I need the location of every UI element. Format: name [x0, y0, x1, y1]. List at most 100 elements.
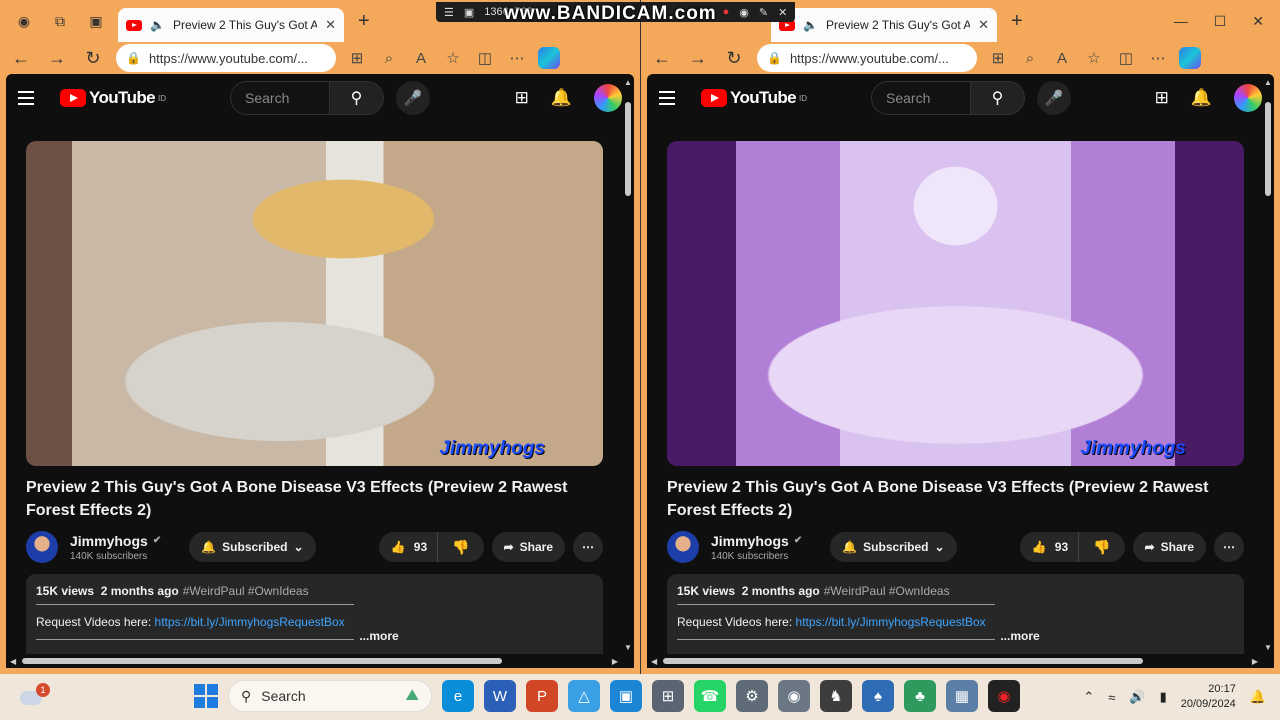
- taskbar-search[interactable]: ⚲ Search ⛰: [228, 680, 432, 712]
- address-bar[interactable]: 🔒 https://www.youtube.com/...: [757, 44, 977, 72]
- notifications-icon[interactable]: 🔔: [551, 88, 572, 108]
- create-icon[interactable]: ⊞: [1155, 88, 1169, 108]
- youtube-logo[interactable]: YouTube ID: [701, 88, 807, 108]
- start-icon[interactable]: [194, 684, 218, 708]
- scroll-right-icon[interactable]: ▶: [1252, 657, 1258, 666]
- recorder-target-icon[interactable]: ▣: [464, 6, 474, 19]
- scroll-left-icon[interactable]: ◀: [651, 657, 657, 666]
- scroll-right-icon[interactable]: ▶: [612, 657, 618, 666]
- image-app-icon[interactable]: ▦: [946, 680, 978, 712]
- hashtags[interactable]: #WeirdPaul #OwnIdeas: [183, 584, 309, 598]
- subscribed-button[interactable]: 🔔 Subscribed ⌄: [189, 532, 316, 562]
- more-icon[interactable]: ⋯: [506, 49, 528, 67]
- search-icon[interactable]: ⚲: [971, 81, 1025, 115]
- scroll-left-icon[interactable]: ◀: [10, 657, 16, 666]
- address-bar[interactable]: 🔒 https://www.youtube.com/...: [116, 44, 336, 72]
- horizontal-scrollbar[interactable]: ◀ ▶: [6, 654, 622, 668]
- forward-icon[interactable]: →: [685, 45, 711, 71]
- description-box[interactable]: 15K views 2 months ago #WeirdPaul #OwnIde…: [667, 574, 1244, 664]
- new-tab-button[interactable]: +: [1011, 10, 1023, 33]
- channel-avatar[interactable]: [667, 531, 699, 563]
- menu-icon[interactable]: [659, 86, 683, 110]
- camera-icon[interactable]: ◉: [778, 680, 810, 712]
- volume-icon[interactable]: 🔊: [1129, 689, 1145, 705]
- favorite-icon[interactable]: ☆: [1083, 49, 1105, 67]
- more-actions-button[interactable]: ⋯: [1214, 532, 1244, 562]
- like-button[interactable]: 👍 93: [379, 532, 439, 562]
- description-box[interactable]: 15K views 2 months ago #WeirdPaul #OwnIde…: [26, 574, 603, 664]
- vertical-scrollbar[interactable]: ▲ ▼: [1262, 74, 1274, 654]
- whatsapp-icon[interactable]: ☎: [694, 680, 726, 712]
- channel-name[interactable]: Jimmyhogs: [711, 533, 789, 549]
- refresh-icon[interactable]: ↻: [80, 45, 106, 71]
- profile-icon[interactable]: ◉: [10, 7, 38, 35]
- apps-icon[interactable]: ⊞: [346, 49, 368, 67]
- split-screen-icon[interactable]: ◫: [474, 49, 496, 67]
- recorder-rec-icon[interactable]: ●: [723, 6, 730, 18]
- recorder-close-icon[interactable]: ✕: [778, 6, 787, 19]
- recorder-menu-icon[interactable]: ☰: [444, 6, 454, 19]
- solitaire-icon[interactable]: ♠: [862, 680, 894, 712]
- calculator-icon[interactable]: ⊞: [652, 680, 684, 712]
- recorder-camera-icon[interactable]: ◉: [739, 6, 749, 19]
- more-icon[interactable]: ⋯: [1147, 49, 1169, 67]
- search-icon[interactable]: ⚲: [330, 81, 384, 115]
- lock-icon[interactable]: 🔒: [767, 51, 782, 65]
- share-button[interactable]: ➦ Share: [491, 532, 565, 562]
- tab-youtube[interactable]: 🔈 Preview 2 This Guy's Got A Bo ✕: [118, 8, 344, 42]
- scroll-up-icon[interactable]: ▲: [1264, 78, 1272, 87]
- dislike-button[interactable]: 👎: [1079, 532, 1124, 562]
- notification-bell-icon[interactable]: 🔔: [1250, 689, 1266, 705]
- minimize-icon[interactable]: —: [1174, 13, 1188, 30]
- refresh-icon[interactable]: ↻: [721, 45, 747, 71]
- microphone-icon[interactable]: 🎤: [396, 81, 430, 115]
- zoom-icon[interactable]: ⌕: [1019, 50, 1041, 67]
- show-more-link[interactable]: ...more: [1000, 629, 1039, 643]
- more-actions-button[interactable]: ⋯: [573, 532, 603, 562]
- zoom-icon[interactable]: ⌕: [378, 50, 400, 67]
- copilot-icon[interactable]: [538, 47, 560, 69]
- video-player[interactable]: Jimmyhogs: [26, 141, 603, 466]
- cards-icon[interactable]: ♣: [904, 680, 936, 712]
- avatar[interactable]: [1234, 84, 1262, 112]
- workspaces-icon[interactable]: ⧉: [46, 7, 74, 35]
- edge-icon[interactable]: e: [442, 680, 474, 712]
- apps-icon[interactable]: ⊞: [987, 49, 1009, 67]
- request-link[interactable]: https://bit.ly/JimmyhogsRequestBox: [796, 615, 986, 629]
- scrollbar-thumb[interactable]: [22, 658, 502, 664]
- forward-icon[interactable]: →: [44, 45, 70, 71]
- like-button[interactable]: 👍 93: [1020, 532, 1080, 562]
- scroll-down-icon[interactable]: ▼: [624, 643, 632, 652]
- tab-close-icon[interactable]: ✕: [978, 17, 989, 33]
- hashtags[interactable]: #WeirdPaul #OwnIdeas: [824, 584, 950, 598]
- recorder-pencil-icon[interactable]: ✎: [759, 6, 768, 19]
- clock[interactable]: 20:17 20/09/2024: [1181, 682, 1236, 712]
- dislike-button[interactable]: 👎: [438, 532, 483, 562]
- video-player[interactable]: Jimmyhogs: [667, 141, 1244, 466]
- channel-name[interactable]: Jimmyhogs: [70, 533, 148, 549]
- bandicam-record-icon[interactable]: ◉: [988, 680, 1020, 712]
- back-icon[interactable]: ←: [8, 45, 34, 71]
- weather-widget[interactable]: 1: [18, 683, 50, 711]
- request-link[interactable]: https://bit.ly/JimmyhogsRequestBox: [155, 615, 345, 629]
- battery-icon[interactable]: ▮: [1160, 689, 1167, 705]
- close-window-icon[interactable]: ✕: [1252, 13, 1264, 30]
- new-tab-button[interactable]: +: [358, 10, 370, 33]
- microphone-icon[interactable]: 🎤: [1037, 81, 1071, 115]
- tab-close-icon[interactable]: ✕: [325, 17, 336, 33]
- scroll-down-icon[interactable]: ▼: [1264, 643, 1272, 652]
- read-aloud-icon[interactable]: A: [1051, 50, 1073, 67]
- audio-icon[interactable]: 🔈: [150, 18, 165, 32]
- search-input[interactable]: Search: [871, 81, 971, 115]
- tab-actions-icon[interactable]: ▣: [82, 7, 110, 35]
- store-icon[interactable]: ▣: [610, 680, 642, 712]
- show-more-link[interactable]: ...more: [359, 629, 398, 643]
- read-aloud-icon[interactable]: A: [410, 50, 432, 67]
- maximize-icon[interactable]: ☐: [1214, 13, 1227, 30]
- scroll-up-icon[interactable]: ▲: [624, 78, 632, 87]
- scrollbar-thumb[interactable]: [625, 102, 631, 196]
- chevron-up-icon[interactable]: ⌃: [1083, 689, 1094, 705]
- menu-icon[interactable]: [18, 86, 42, 110]
- word-icon[interactable]: W: [484, 680, 516, 712]
- chess-icon[interactable]: ♞: [820, 680, 852, 712]
